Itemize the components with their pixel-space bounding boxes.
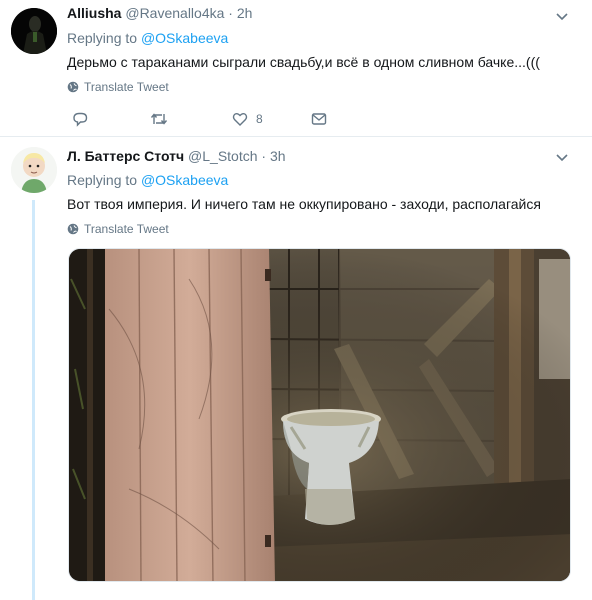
message-button[interactable] — [311, 110, 327, 128]
globe-icon — [67, 81, 79, 93]
user-handle[interactable]: @Ravenallo4ka — [125, 5, 224, 21]
tweet-photo-outhouse-toilet[interactable] — [68, 248, 571, 582]
like-button[interactable]: 8 — [232, 110, 263, 128]
avatar[interactable] — [11, 147, 57, 193]
message-icon — [311, 113, 327, 125]
tweet-text: Дерьмо с тараканами сыграли свадьбу,и вс… — [67, 54, 540, 70]
avatar[interactable] — [11, 8, 57, 54]
replying-to-link[interactable]: @OSkabeeva — [141, 30, 228, 46]
tweet-alliusha[interactable]: Alliusha @Ravenallo4ka · 2h Replying to … — [0, 0, 592, 137]
display-name[interactable]: Alliusha — [67, 5, 121, 21]
replying-to: Replying to @OSkabeeva — [67, 172, 228, 188]
display-name[interactable]: Л. Баттерс Стотч — [67, 148, 184, 164]
retweet-button[interactable] — [150, 110, 168, 128]
replying-to-link[interactable]: @OSkabeeva — [141, 172, 228, 188]
translate-tweet-link[interactable]: Translate Tweet — [67, 222, 169, 236]
translate-tweet-link[interactable]: Translate Tweet — [67, 80, 169, 94]
tweet-actions: 8 — [72, 110, 342, 128]
chevron-down-icon[interactable] — [554, 149, 570, 165]
replying-label: Replying to — [67, 172, 138, 188]
tweet-header: Л. Баттерс Стотч @L_Stotch · 3h — [67, 148, 286, 164]
translate-label: Translate Tweet — [84, 80, 169, 94]
retweet-icon — [150, 113, 168, 125]
translate-label: Translate Tweet — [84, 222, 169, 236]
like-icon — [232, 113, 248, 126]
tweet-text: Вот твоя империя. И ничего там не оккупи… — [67, 196, 541, 212]
replying-label: Replying to — [67, 30, 138, 46]
reply-button[interactable] — [72, 110, 88, 128]
tweet-header: Alliusha @Ravenallo4ka · 2h — [67, 5, 252, 21]
reply-icon — [73, 112, 88, 127]
globe-icon — [67, 223, 79, 235]
replying-to: Replying to @OSkabeeva — [67, 30, 228, 46]
timestamp[interactable]: · 3h — [261, 148, 285, 164]
chevron-down-icon[interactable] — [554, 8, 570, 24]
like-count: 8 — [256, 112, 263, 126]
outhouse-photo-image — [69, 249, 570, 581]
user-handle[interactable]: @L_Stotch — [188, 148, 257, 164]
thread-line — [32, 200, 35, 600]
timestamp[interactable]: · 2h — [228, 5, 252, 21]
